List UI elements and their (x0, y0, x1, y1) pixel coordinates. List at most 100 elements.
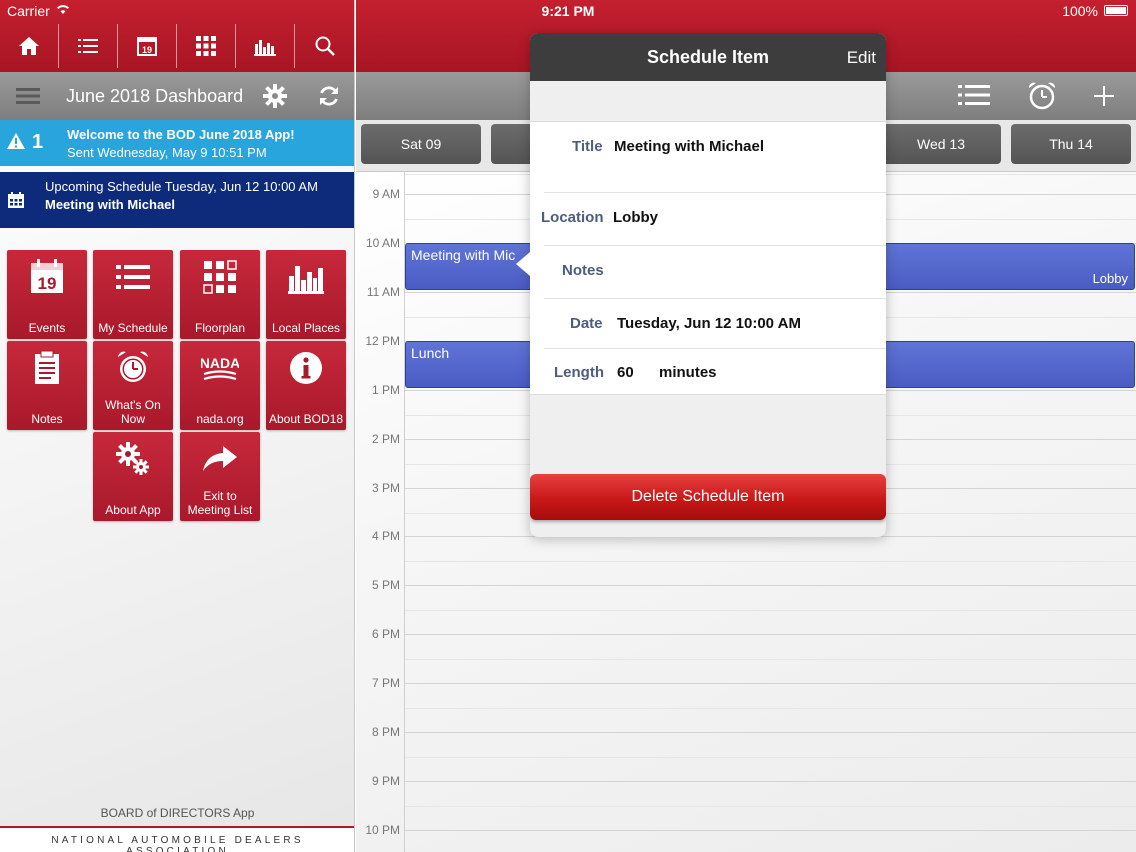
battery-percent: 100% (1062, 3, 1098, 19)
hour-label: 8 PM (371, 725, 400, 739)
dashboard-header: June 2018 Dashboard (0, 72, 354, 120)
floorplan-grid-icon (196, 36, 216, 56)
hour-label: 10 PM (365, 823, 400, 837)
notification-sent: Sent Wednesday, May 9 10:51 PM (67, 145, 267, 160)
location-row: Location Lobby (541, 193, 886, 246)
hour-label: 4 PM (371, 529, 400, 543)
events-tile[interactable]: 19 Events (7, 250, 87, 339)
gears-icon (116, 442, 149, 475)
day-tab[interactable]: Sat 09 (361, 124, 481, 164)
title-label: Title (572, 138, 603, 155)
popover-header: Schedule Item Edit (530, 33, 886, 81)
schedule-item-form: Title Meeting with Michael Location Lobb… (530, 121, 886, 395)
notes-tile-label: Notes (31, 412, 63, 426)
delete-schedule-item-button[interactable]: Delete Schedule Item (530, 474, 886, 520)
location-value[interactable]: Lobby (613, 209, 658, 226)
about-bod-tile[interactable]: About BOD18 (266, 341, 346, 430)
event-name: Meeting with Mic (411, 247, 516, 263)
title-value[interactable]: Meeting with Michael (614, 138, 764, 155)
about-app-tile-label: About App (105, 503, 161, 517)
list-icon (78, 39, 98, 53)
settings-gear-icon[interactable] (262, 83, 288, 109)
edit-button[interactable]: Edit (847, 48, 876, 68)
city-skyline-icon (288, 266, 324, 294)
length-unit: minutes (659, 364, 717, 381)
hour-label: 9 PM (371, 774, 400, 788)
main-toolbar: 19 (0, 24, 354, 68)
notes-tile[interactable]: Notes (7, 341, 87, 430)
hour-label: 7 PM (371, 676, 400, 690)
dashboard-panel: 19 June 2018 Dashboard 1 Welcome to the … (0, 0, 355, 852)
notes-row: Notes (544, 246, 886, 299)
hamburger-menu-icon[interactable] (16, 86, 40, 106)
local-places-tile-label: Local Places (271, 321, 341, 335)
schedule-item-popover: Schedule Item Edit Title Meeting with Mi… (530, 33, 886, 537)
calendar-icon: 19 (31, 259, 63, 293)
whats-on-now-tile-label: What's On Now (105, 398, 161, 426)
local-places-button[interactable] (236, 24, 295, 68)
list-view-icon[interactable] (958, 83, 990, 107)
share-arrow-icon (203, 446, 237, 471)
search-button[interactable] (295, 24, 354, 68)
city-skyline-icon (254, 40, 276, 56)
floorplan-grid-icon (203, 260, 237, 294)
about-app-tile[interactable]: About App (93, 432, 173, 521)
home-icon (19, 37, 39, 55)
hour-label: 9 AM (372, 187, 400, 201)
home-button[interactable] (0, 24, 59, 68)
day-tab[interactable]: Wed 13 (881, 124, 1001, 164)
length-value[interactable]: 60 (617, 364, 634, 381)
info-icon (290, 352, 322, 384)
hour-label: 12 PM (365, 334, 400, 348)
hour-label: 11 AM (366, 285, 400, 299)
notepad-icon (35, 350, 59, 384)
about-bod-tile-label: About BOD18 (268, 412, 344, 426)
calendar-icon (8, 192, 24, 208)
hour-label: 1 PM (371, 383, 400, 397)
calendar-icon: 19 (137, 37, 157, 56)
local-places-tile[interactable]: Local Places (266, 250, 346, 339)
events-tile-label: Events (28, 321, 66, 335)
nada-org-tile-label: nada.org (196, 412, 244, 426)
event-location: Lobby (1092, 271, 1128, 286)
add-icon[interactable] (1092, 84, 1116, 108)
floorplan-tile[interactable]: Floorplan (180, 250, 260, 339)
my-schedule-tile-label: My Schedule (98, 321, 168, 335)
svg-text:19: 19 (142, 45, 152, 55)
hour-label: 2 PM (371, 432, 400, 446)
hour-label: 3 PM (371, 481, 400, 495)
org-name: NATIONAL AUTOMOBILE DEALERS ASSOCIATION (51, 835, 304, 852)
floorplan-button[interactable] (177, 24, 236, 68)
exit-meeting-list-tile[interactable]: Exit to Meeting List (180, 432, 260, 521)
popover-pointer (516, 252, 530, 276)
title-row: Title Meeting with Michael (544, 122, 886, 193)
status-bar: Carrier 9:21 PM 100% (0, 0, 1136, 24)
upcoming-schedule-banner[interactable]: Upcoming Schedule Tuesday, Jun 12 10:00 … (0, 172, 354, 228)
length-label: Length (554, 364, 604, 381)
alarm-clock-icon (118, 351, 148, 382)
floorplan-tile-label: Floorplan (194, 321, 246, 335)
popover-title: Schedule Item (646, 47, 770, 67)
whats-on-now-tile[interactable]: What's On Now (93, 341, 173, 430)
event-name: Lunch (411, 345, 450, 361)
clock: 9:21 PM (541, 3, 595, 19)
list-icon (116, 265, 150, 289)
nada-org-tile[interactable]: NADA nada.org (180, 341, 260, 430)
my-schedule-tile[interactable]: My Schedule (93, 250, 173, 339)
calendar-button[interactable]: 19 (118, 24, 177, 68)
day-tab[interactable]: Thu 14 (1011, 124, 1131, 164)
location-label: Location (541, 209, 604, 226)
calendar-day-number: 19 (38, 274, 57, 293)
alarm-clock-icon[interactable] (1026, 80, 1058, 112)
upcoming-schedule-title: Meeting with Michael (45, 197, 176, 212)
dashboard-title: June 2018 Dashboard (66, 86, 244, 106)
notification-title: Welcome to the BOD June 2018 App! (67, 127, 295, 142)
notification-banner[interactable]: 1 Welcome to the BOD June 2018 App! Sent… (0, 120, 354, 166)
search-icon (315, 36, 335, 56)
list-button[interactable] (59, 24, 118, 68)
svg-text:NADA: NADA (201, 355, 239, 371)
notes-label: Notes (562, 262, 604, 279)
hour-label: 6 PM (371, 627, 400, 641)
refresh-icon[interactable] (316, 83, 342, 109)
date-value[interactable]: Tuesday, Jun 12 10:00 AM (617, 315, 801, 332)
